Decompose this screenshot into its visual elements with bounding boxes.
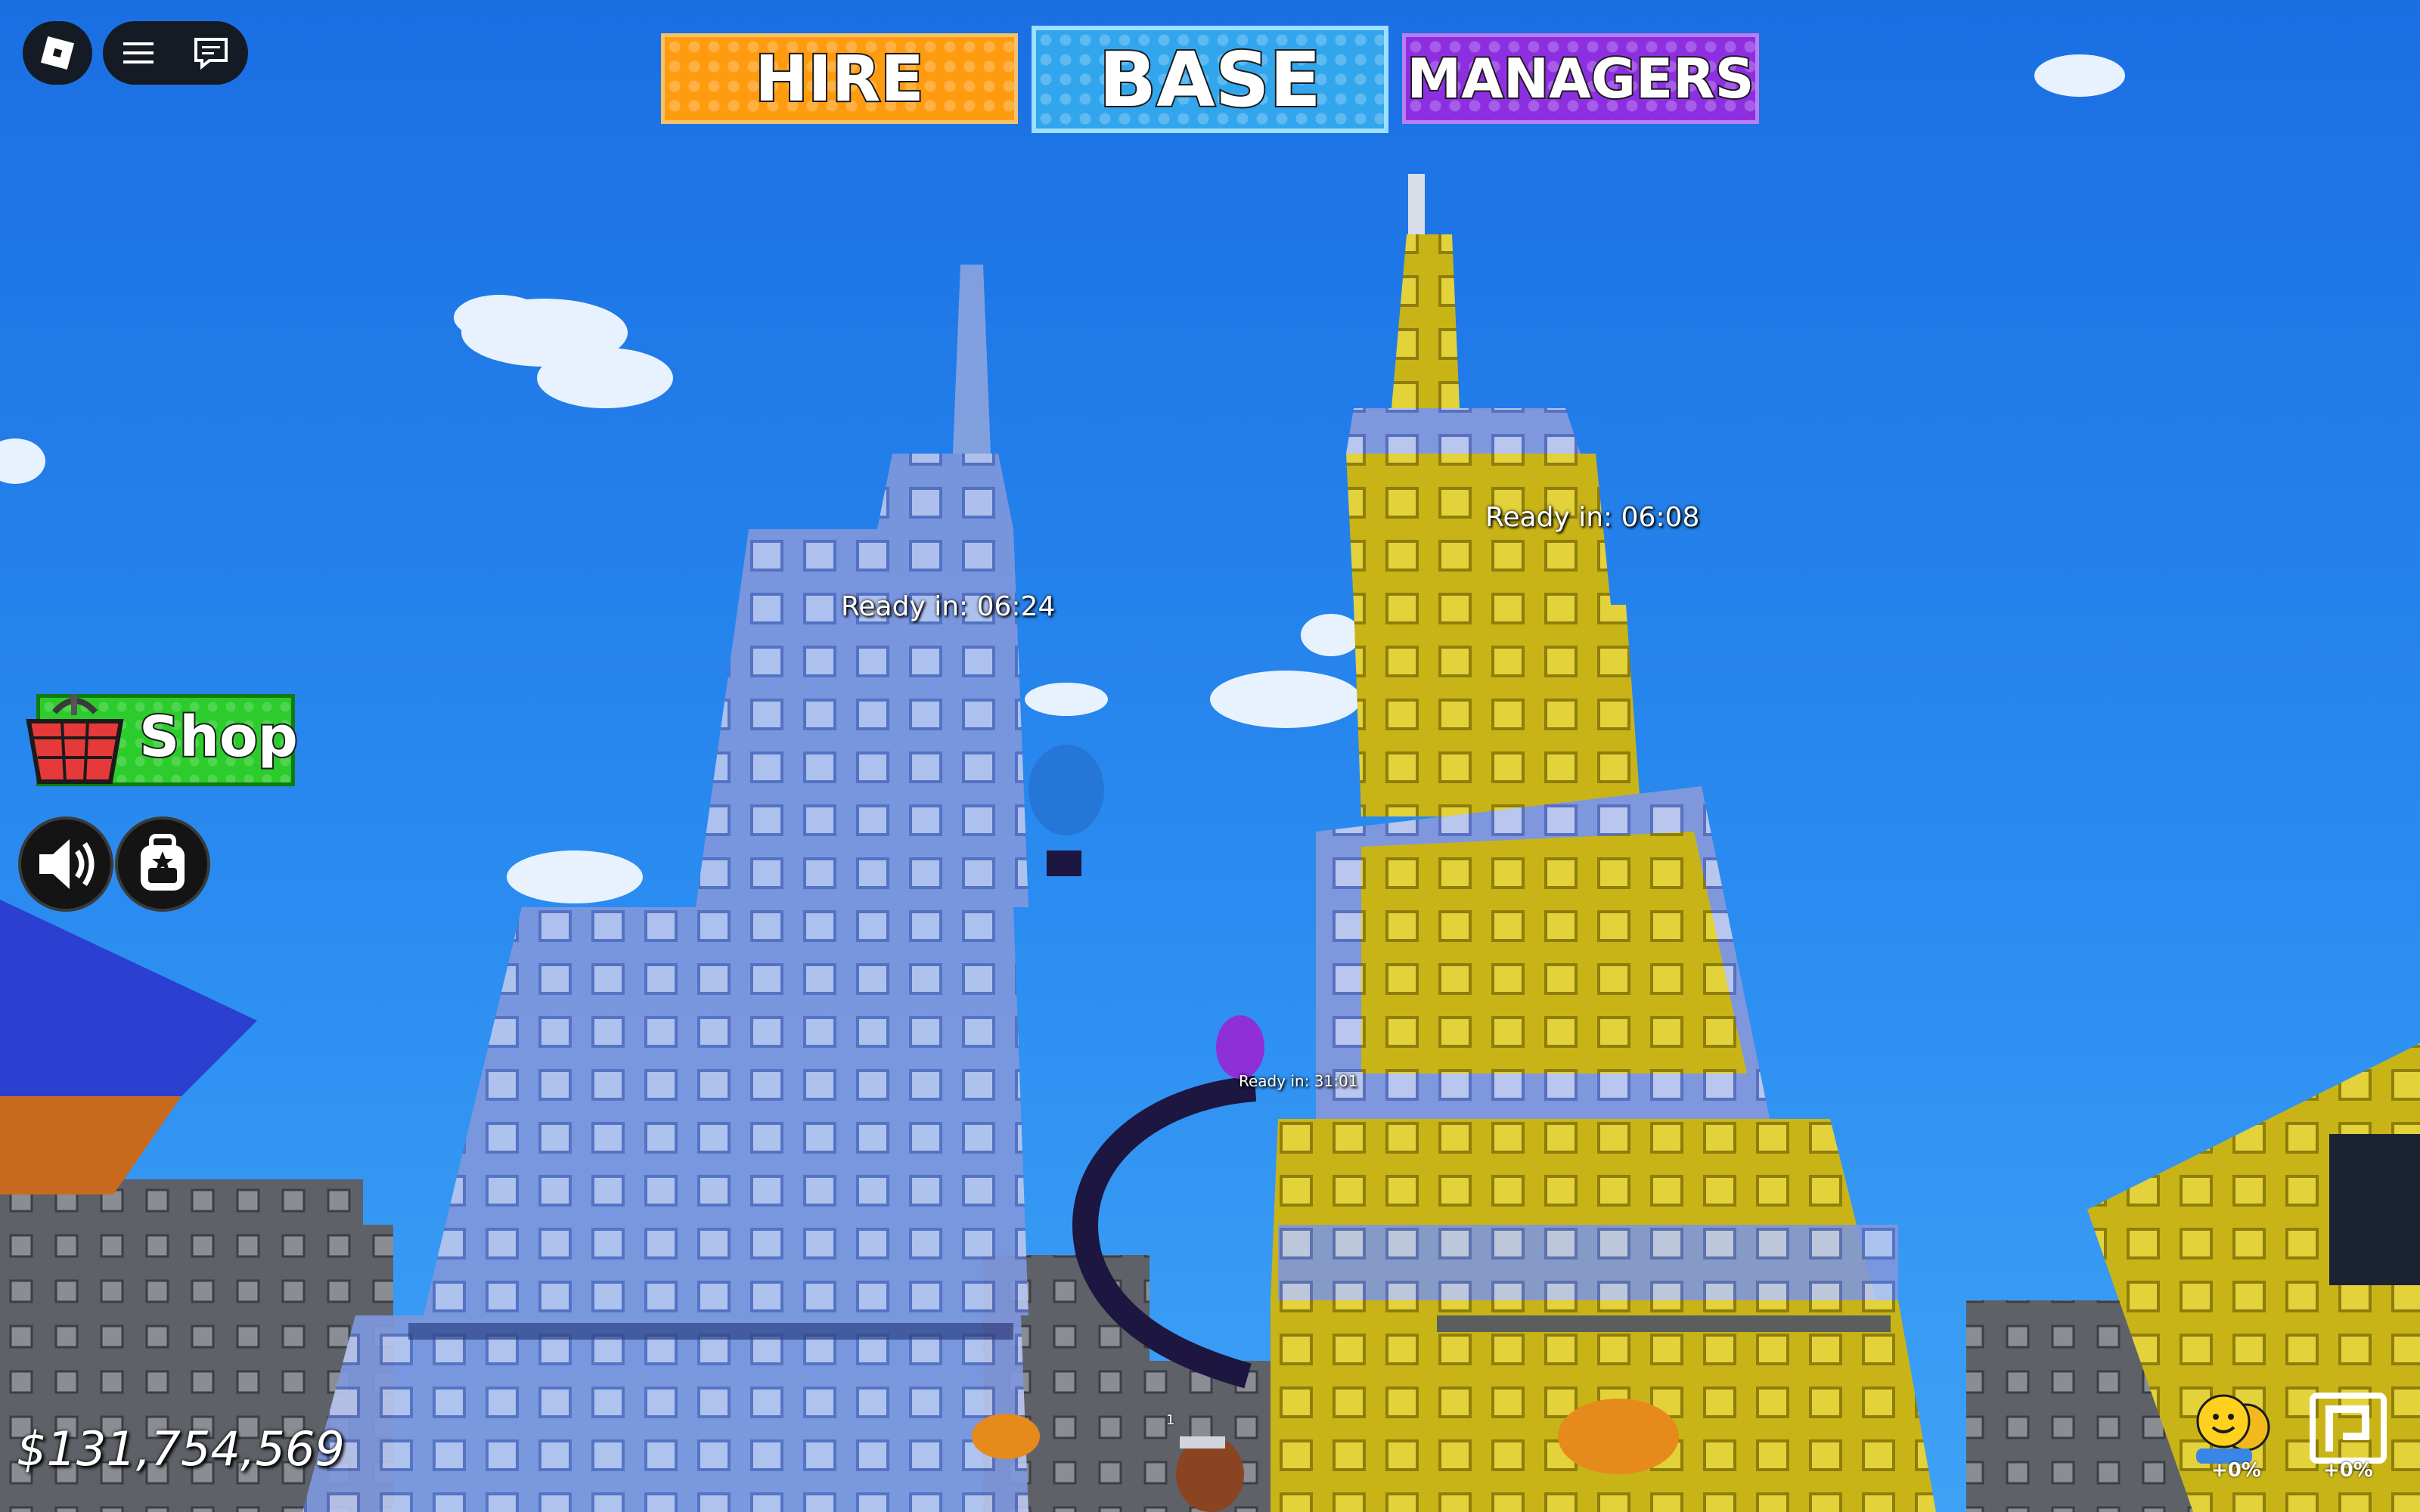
purple-balloon [1216,1015,1264,1079]
roblox-logo-icon [40,36,75,70]
hire-tab-button[interactable]: HIRE [661,33,1018,124]
chat-icon[interactable] [193,36,229,70]
shop-button[interactable]: Shop [18,694,299,786]
menu-chat-pill [103,21,248,85]
players-boost-text: +0% [2211,1459,2261,1482]
orange-hat-right [1558,1399,1679,1474]
managers-tab-button[interactable]: MANAGERS [1402,33,1759,124]
rebirth-boost-icon[interactable] [2307,1391,2390,1467]
player-avatar [1176,1436,1244,1512]
money-counter: $131,754,569 [17,1421,345,1476]
game-world-scene [0,0,2420,1512]
hire-tab-label: HIRE [753,40,926,117]
managers-tab-label: MANAGERS [1406,45,1756,112]
rebirth-boost-text: +0% [2323,1459,2373,1482]
orange-hat-left [972,1414,1040,1459]
base-tab-label: BASE [1097,34,1323,125]
shop-button-label: Shop [138,703,299,771]
players-boost-icon[interactable] [2186,1391,2276,1467]
sound-toggle-button[interactable] [18,816,113,912]
inventory-button[interactable] [115,816,210,912]
right-tower-timer: Ready in: 06:08 [1485,502,1700,533]
base-tab-button[interactable]: BASE [1032,26,1388,133]
left-tower-timer: Ready in: 06:24 [841,591,1056,622]
speaker-icon [39,839,95,889]
hamburger-menu-icon[interactable] [122,39,155,67]
small-tower-timer: Ready in: 31:01 [1239,1072,1358,1090]
basket-icon [26,694,124,784]
backpack-icon [141,834,185,891]
roblox-menu-button[interactable] [23,21,92,85]
hotbar-slot-number: 1 [1166,1412,1175,1428]
